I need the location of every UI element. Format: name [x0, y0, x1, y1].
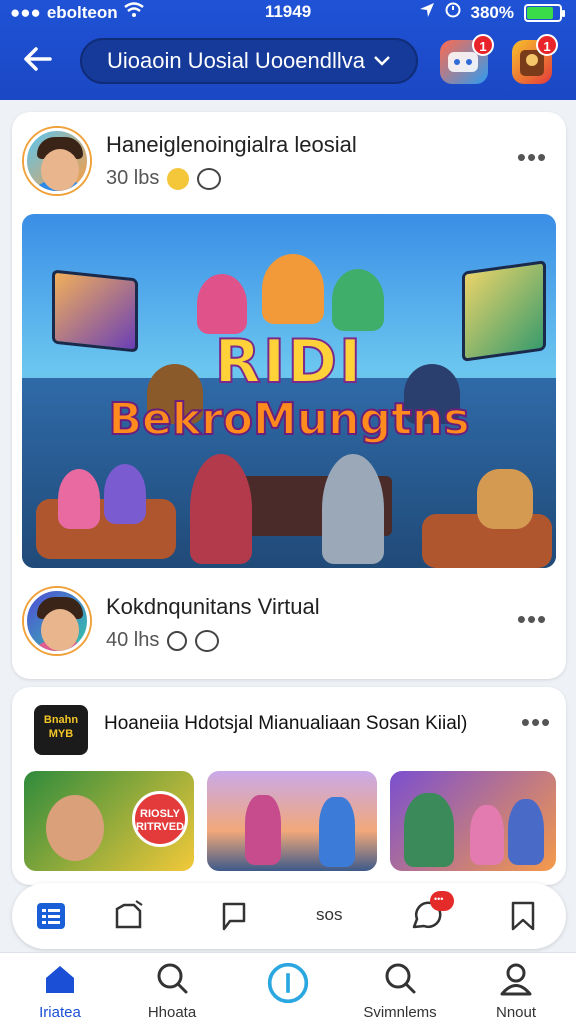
- bookmark-icon: [511, 901, 535, 931]
- media-thumbnail[interactable]: RIOSLY RITRVED: [24, 771, 194, 871]
- group-card: Bnahn MYB Hoaneiia Hdotsjal Mianualiaan …: [12, 687, 566, 885]
- nav-item-create[interactable]: [233, 961, 343, 1012]
- search-icon: [157, 963, 188, 994]
- bottom-navigation: Iriatea Hhoata Svimnlems Nnout: [0, 952, 576, 1024]
- group-logo[interactable]: Bnahn MYB: [34, 705, 88, 755]
- profile-shortcut-button[interactable]: 1: [512, 34, 558, 84]
- battery-percent: 380%: [470, 2, 514, 22]
- comment-icon: [222, 902, 246, 931]
- character: [58, 469, 100, 529]
- media-thumbnail[interactable]: [390, 771, 556, 871]
- character: [190, 454, 252, 564]
- post-meta: 40 lhs: [106, 629, 220, 652]
- character: [470, 805, 504, 865]
- share-button[interactable]: [112, 899, 148, 933]
- comment-bubble-icon: [195, 629, 220, 652]
- profile-icon: [500, 963, 532, 996]
- share-icon: [115, 900, 143, 929]
- nav-item-home[interactable]: Iriatea: [5, 961, 115, 1021]
- back-button[interactable]: [20, 42, 60, 78]
- post-author[interactable]: Haneiglenoingialra leosial: [106, 132, 357, 158]
- nav-item-notifications[interactable]: Svimnlems: [345, 961, 455, 1021]
- nav-label: Hhoata: [147, 1004, 197, 1021]
- battery-icon: [524, 3, 565, 22]
- action-label[interactable]: sos: [316, 905, 342, 925]
- comment-bubble-icon: [197, 167, 222, 190]
- status-bar: ●●● ebolteon 11949 380%: [0, 0, 576, 26]
- more-options-button[interactable]: •••: [512, 144, 552, 174]
- location-arrow-icon: [419, 2, 435, 23]
- dog-character: [477, 469, 533, 529]
- media-thumbnail[interactable]: [207, 771, 377, 871]
- thumbnail-badge: RIOSLY RITRVED: [132, 791, 188, 847]
- post-author[interactable]: Kokdnqunitans Virtual: [106, 594, 320, 620]
- character: [322, 454, 384, 564]
- post-action-bar: sos: [12, 883, 566, 949]
- more-options-button[interactable]: •••: [516, 709, 556, 739]
- home-icon: [46, 966, 74, 993]
- comment-button[interactable]: [216, 899, 252, 933]
- heart-search-icon: [385, 963, 416, 994]
- messages-action-button[interactable]: [408, 891, 454, 933]
- back-arrow-icon: [24, 47, 52, 71]
- page-title-dropdown[interactable]: Uioaoin Uosial Uooendllva: [80, 38, 418, 84]
- post-card: Haneiglenoingialra leosial 30 lbs ••• RI…: [12, 112, 566, 679]
- character: [245, 795, 281, 865]
- clock-icon: [167, 630, 188, 651]
- post-meta: 30 lbs: [106, 167, 222, 190]
- character: [262, 254, 324, 324]
- page-title: Uioaoin Uosial Uooendllva: [106, 48, 366, 73]
- post-time: 40 lhs: [106, 629, 160, 651]
- nav-label: Svimnlems: [363, 1004, 437, 1021]
- character: [332, 269, 384, 331]
- character: [319, 797, 355, 867]
- nav-item-search[interactable]: Hhoata: [117, 961, 227, 1021]
- character: [404, 793, 454, 867]
- messages-button[interactable]: 1: [440, 34, 494, 84]
- typing-badge: [430, 891, 454, 911]
- character: [104, 464, 146, 524]
- top-header: ●●● ebolteon 11949 380% Uioaoin Uosial U…: [0, 0, 576, 100]
- reaction-icon: [167, 167, 190, 190]
- alarm-icon: [445, 2, 461, 23]
- feed-list-button[interactable]: [34, 899, 70, 933]
- nav-item-profile[interactable]: Nnout: [461, 961, 571, 1021]
- post-image[interactable]: RIDI BekroMungtns: [22, 214, 556, 568]
- image-headline: RIDI BekroMungtns: [107, 327, 470, 446]
- more-options-button[interactable]: •••: [512, 606, 552, 636]
- nav-label: Iriatea: [39, 1004, 81, 1021]
- notification-badge: 1: [472, 34, 494, 56]
- chevron-down-icon: [374, 56, 390, 66]
- notification-badge: 1: [536, 34, 558, 56]
- character: [46, 795, 104, 861]
- avatar[interactable]: [24, 128, 90, 194]
- create-icon: [267, 962, 309, 1004]
- character: [508, 799, 544, 865]
- list-icon: [37, 903, 65, 929]
- post-time: 30 lbs: [106, 167, 160, 189]
- group-title[interactable]: Hoaneiia Hdotsjal Mianualiaan Sosan Kiia…: [104, 713, 467, 735]
- nav-label: Nnout: [495, 1004, 537, 1021]
- bookmark-button[interactable]: [506, 899, 542, 933]
- character: [197, 274, 247, 334]
- avatar[interactable]: [24, 588, 90, 654]
